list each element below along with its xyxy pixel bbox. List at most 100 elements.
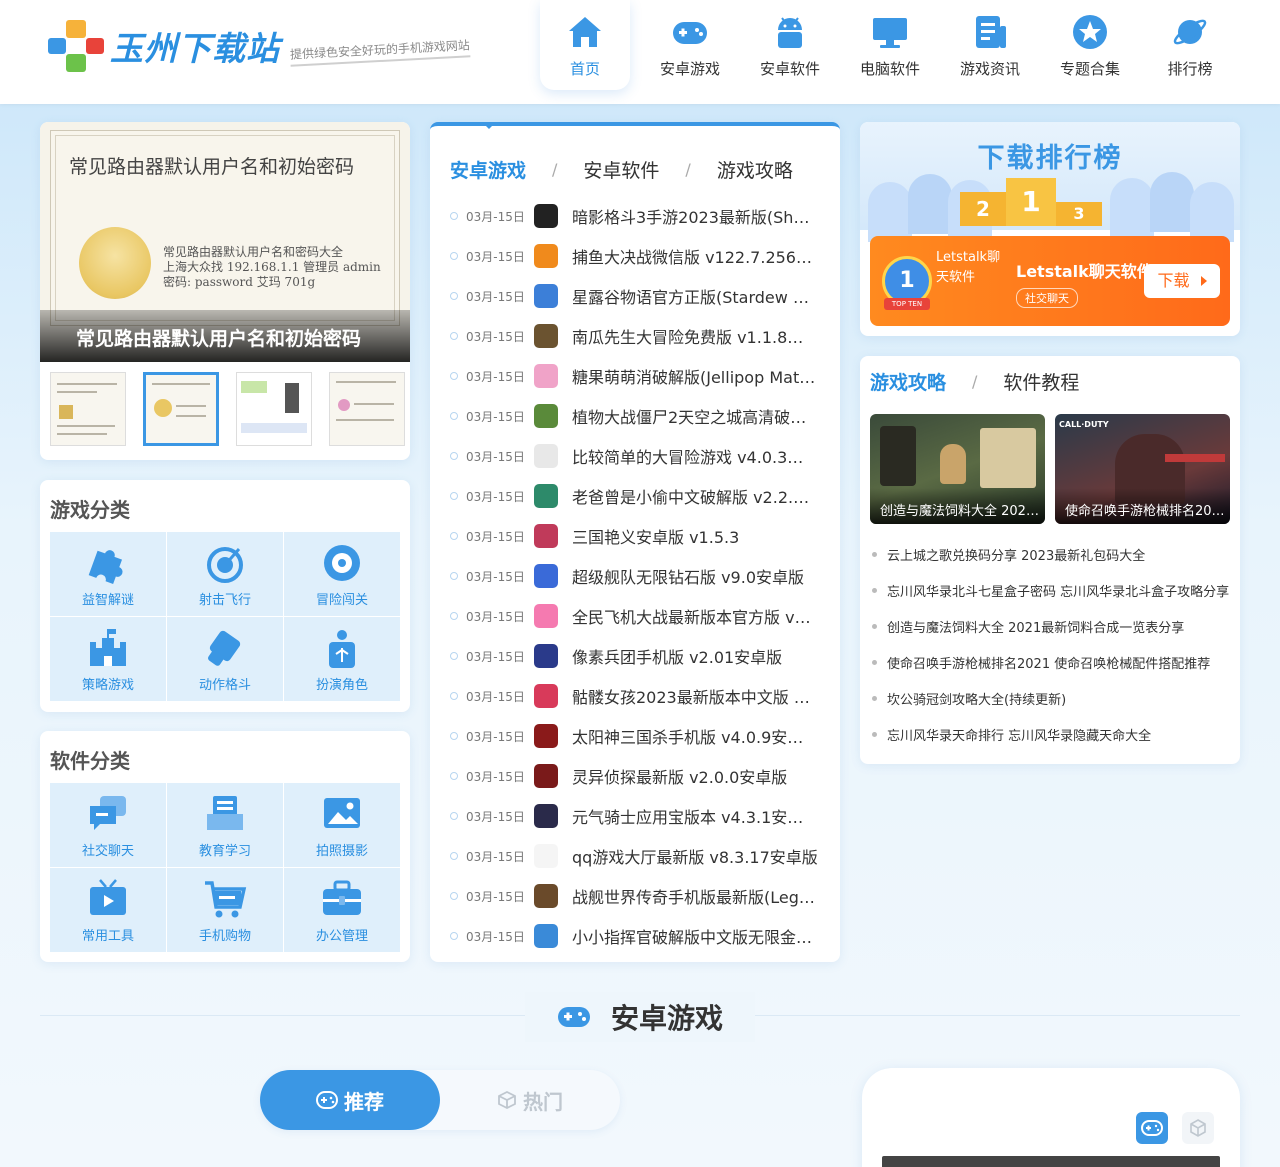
list-item[interactable]: 03月-15日 暗影格斗3手游2023最新版(Shadow Fight 3) <box>450 196 830 236</box>
tab-game-guides[interactable]: 游戏攻略 <box>870 368 946 395</box>
latest-list: 03月-15日暗影格斗3手游2023最新版(Shadow Fight 3)03月… <box>450 196 830 956</box>
app-icon <box>534 284 558 308</box>
game-categories-grid: 益智解谜 射击飞行 冒险闯关 策略游戏 动作格斗 扮演角色 <box>50 532 400 701</box>
list-item[interactable]: 03月-15日 糖果萌萌消破解版(Jellipop Match) <box>450 356 830 396</box>
list-item[interactable]: 03月-15日 比较简单的大冒险游戏 v4.0.3安卓版 <box>450 436 830 476</box>
bullet-icon <box>450 692 458 700</box>
pill-recommended[interactable]: 推荐 <box>260 1070 440 1130</box>
bullet-icon <box>450 212 458 220</box>
category-label: 策略游戏 <box>81 677 134 693</box>
list-item[interactable]: 03月-15日 捕鱼大决战微信版 v122.7.256安卓版 <box>450 236 830 276</box>
category-education[interactable]: 教育学习 <box>167 783 283 867</box>
nav-item-game-news[interactable]: 游戏资讯 <box>940 0 1040 90</box>
list-item[interactable]: 03月-15日 灵异侦探最新版 v2.0.0安卓版 <box>450 756 830 796</box>
app-icon <box>534 764 558 788</box>
bullet-icon <box>872 695 877 701</box>
slide-thumbnail[interactable] <box>143 372 219 446</box>
bullet-icon <box>872 623 877 629</box>
category-puzzle[interactable]: 益智解谜 <box>50 532 166 616</box>
list-item[interactable]: 03月-15日 全民飞机大战最新版本官方版 v1.0.95 <box>450 596 830 636</box>
category-roleplay[interactable]: 扮演角色 <box>284 617 400 701</box>
list-item[interactable]: 03月-15日 元气骑士应用宝版本 v4.3.1安卓版 <box>450 796 830 836</box>
category-photography[interactable]: 拍照摄影 <box>284 783 400 867</box>
nav-label: 安卓游戏 <box>659 60 720 78</box>
list-item[interactable]: 03月-15日 太阳神三国杀手机版 v4.0.9安卓版 <box>450 716 830 756</box>
list-item-date: 03月-15日 <box>466 289 525 304</box>
nav-item-home[interactable]: 首页 <box>540 0 630 90</box>
list-item[interactable]: 03月-15日 三国艳义安卓版 v1.5.3 <box>450 516 830 556</box>
phone-screen <box>882 1156 1220 1167</box>
nav-item-rankings[interactable]: 排行榜 <box>1140 0 1240 90</box>
guide-list-item[interactable]: 使命召唤手游枪械排名2021 使命召唤枪械配件搭配推荐 <box>872 644 1232 680</box>
list-item[interactable]: 03月-15日 小小指挥官破解版中文版无限金币版 <box>450 916 830 956</box>
list-item[interactable]: 03月-15日 老爸曾是小偷中文破解版 v2.2.1安卓版 <box>450 476 830 516</box>
list-item[interactable]: 03月-15日 qq游戏大厅最新版 v8.3.17安卓版 <box>450 836 830 876</box>
tab-android-software[interactable]: 安卓软件 <box>583 156 659 183</box>
category-tools[interactable]: 常用工具 <box>50 868 166 952</box>
category-strategy[interactable]: 策略游戏 <box>50 617 166 701</box>
list-item[interactable]: 03月-15日 植物大战僵尸2天空之城高清破解版 <box>450 396 830 436</box>
list-item-title: 小小指挥官破解版中文版无限金币版 <box>572 928 818 947</box>
guide-list-item[interactable]: 忘川风华录北斗七星盒子密码 忘川风华录北斗盒子攻略分享 <box>872 572 1232 608</box>
guide-list-item[interactable]: 云上城之歌兑换码分享 2023最新礼包码大全 <box>872 536 1232 572</box>
guide-card[interactable]: 创造与魔法饲料大全 2021最新饲料合成一览表分享 <box>870 414 1045 524</box>
category-office[interactable]: 办公管理 <box>284 868 400 952</box>
guide-list-item[interactable]: 忘川风华录天命排行 忘川风华录隐藏天命大全 <box>872 716 1232 752</box>
tab-software-tutorials[interactable]: 软件教程 <box>1003 368 1079 395</box>
phone-recommended-button[interactable] <box>1136 1112 1168 1144</box>
nav-item-android-software[interactable]: 安卓软件 <box>740 0 840 90</box>
section-heading-android-games: 安卓游戏 <box>525 992 755 1042</box>
tab-game-guides[interactable]: 游戏攻略 <box>717 156 793 183</box>
pill-hot[interactable]: 热门 <box>440 1070 620 1130</box>
nav-item-pc-software[interactable]: 电脑软件 <box>840 0 940 90</box>
ranking-top-app[interactable]: 1 TOP TEN Letstalk聊天软件 Letstalk聊天软件 社交聊天… <box>870 236 1230 326</box>
list-item-date: 03月-15日 <box>466 569 525 584</box>
software-categories-panel: 软件分类 社交聊天 教育学习 拍照摄影 常用工具 手机购物 办公管理 <box>40 731 410 962</box>
phone-hot-button[interactable] <box>1182 1112 1214 1144</box>
list-item[interactable]: 03月-15日 战舰世界传奇手机版最新版(Legends) <box>450 876 830 916</box>
list-item[interactable]: 03月-15日 骷髅女孩2023最新版本中文版 v5.0.1 <box>450 676 830 716</box>
gamepad-icon <box>557 1007 590 1027</box>
guide-list-item[interactable]: 创造与魔法饲料大全 2021最新饲料合成一览表分享 <box>872 608 1232 644</box>
slide-thumbnail[interactable] <box>236 372 312 446</box>
app-icon <box>534 204 558 228</box>
list-item-title: 太阳神三国杀手机版 v4.0.9安卓版 <box>572 728 818 747</box>
download-ranking-panel: 下载排行榜 2 1 3 1 TOP TEN Letstalk聊天软件 Letst… <box>860 122 1240 336</box>
tab-separator: / <box>685 160 691 179</box>
category-action[interactable]: 动作格斗 <box>167 617 283 701</box>
nav-label: 首页 <box>569 60 600 78</box>
list-item[interactable]: 03月-15日 星露谷物语官方正版(Stardew Valley) <box>450 276 830 316</box>
nav-item-android-games[interactable]: 安卓游戏 <box>640 0 740 90</box>
nav-label: 电脑软件 <box>859 60 920 78</box>
site-logo[interactable]: 玉州下载站 提供绿色安全好玩的手机游戏网站 <box>48 18 471 74</box>
ranking-app-name: Letstalk聊天软件 <box>1016 262 1153 281</box>
podium-second: 2 <box>960 192 1006 226</box>
list-item-date: 03月-15日 <box>466 329 525 344</box>
list-item-title: 糖果萌萌消破解版(Jellipop Match) <box>572 368 818 387</box>
list-item[interactable]: 03月-15日 南瓜先生大冒险免费版 v1.1.8安卓版 <box>450 316 830 356</box>
category-adventure[interactable]: 冒险闯关 <box>284 532 400 616</box>
list-item-title: 植物大战僵尸2天空之城高清破解版 <box>572 408 818 427</box>
slide-thumbnail[interactable] <box>50 372 126 446</box>
tab-android-games[interactable]: 安卓游戏 <box>450 156 526 183</box>
category-shooting[interactable]: 射击飞行 <box>167 532 283 616</box>
bullet-icon <box>872 731 877 737</box>
slide-thumbnail[interactable] <box>329 372 405 446</box>
list-item-title: 像素兵团手机版 v2.01安卓版 <box>572 648 783 667</box>
category-shopping[interactable]: 手机购物 <box>167 868 283 952</box>
nav-item-collections[interactable]: 专题合集 <box>1040 0 1140 90</box>
download-button[interactable]: 下载 <box>1144 264 1220 298</box>
list-item-title: 老爸曾是小偷中文破解版 v2.2.1安卓版 <box>572 488 818 507</box>
category-label: 扮演角色 <box>315 677 368 693</box>
list-item-date: 03月-15日 <box>466 609 525 624</box>
top-ten-ribbon: TOP TEN <box>884 298 930 310</box>
guide-card[interactable]: CALL·DUTY 使命召唤手游枪械排名2021 使命召唤枪械配件搭配推荐 <box>1055 414 1230 524</box>
featured-slide[interactable]: 常见路由器默认用户名和初始密码 常见路由器默认用户名和密码大全 上海大众找 19… <box>40 122 410 362</box>
bullet-icon <box>450 612 458 620</box>
list-item[interactable]: 03月-15日 像素兵团手机版 v2.01安卓版 <box>450 636 830 676</box>
guide-list-item[interactable]: 坎公骑冠剑攻略大全(持续更新) <box>872 680 1232 716</box>
list-item[interactable]: 03月-15日 超级舰队无限钻石版 v9.0安卓版 <box>450 556 830 596</box>
category-social-chat[interactable]: 社交聊天 <box>50 783 166 867</box>
bullet-icon <box>450 412 458 420</box>
guide-item-title: 忘川风华录北斗七星盒子密码 忘川风华录北斗盒子攻略分享 <box>887 584 1230 600</box>
